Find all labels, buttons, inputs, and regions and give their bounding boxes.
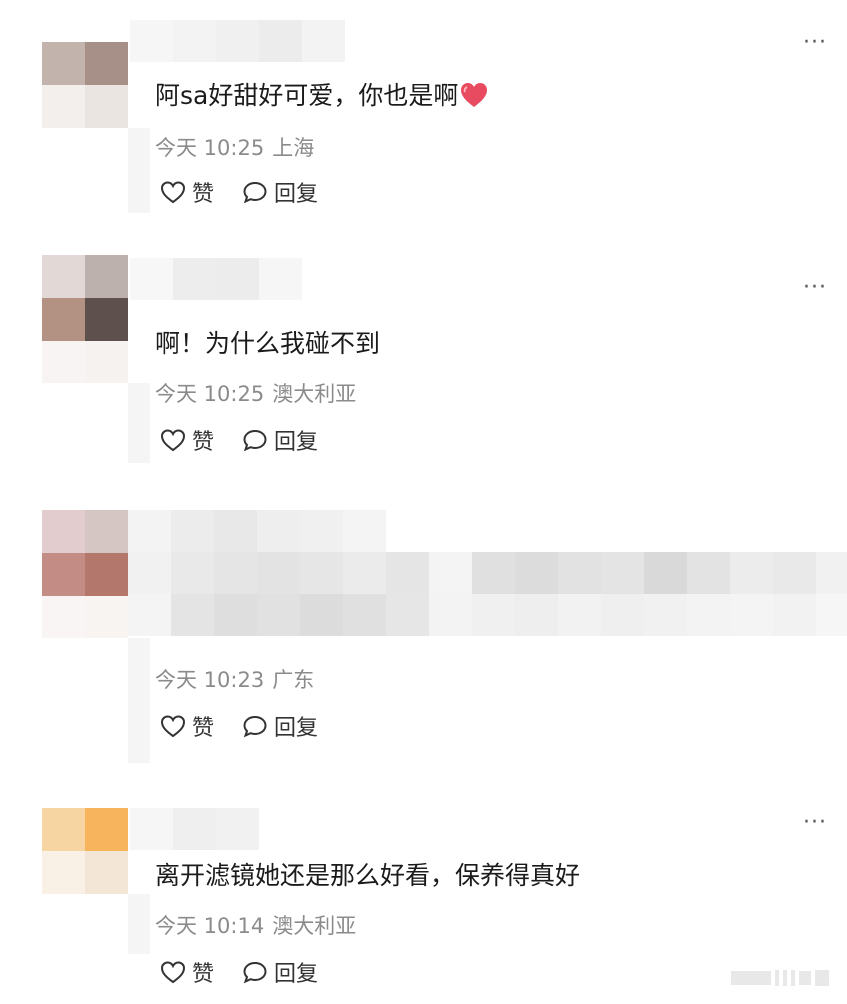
username-blurred [130, 20, 345, 62]
avatar[interactable] [42, 808, 128, 894]
reply-button[interactable]: 回复 [242, 424, 318, 456]
chat-bubble-icon [243, 429, 267, 452]
username-blurred [130, 258, 302, 300]
like-label: 赞 [192, 716, 215, 741]
like-button[interactable]: 赞 [160, 710, 214, 742]
reply-label: 回复 [274, 716, 319, 741]
comment-meta: 今天 10:23 广东 [155, 664, 314, 694]
heart-outline-icon [160, 181, 186, 204]
like-button[interactable]: 赞 [160, 424, 214, 456]
like-button[interactable]: 赞 [160, 956, 214, 988]
comment-text-blurred [128, 510, 847, 636]
watermark [731, 970, 829, 986]
comment-text: 阿sa好甜好可爱，你也是啊 [155, 76, 488, 112]
more-options-icon[interactable]: ··· [803, 812, 827, 834]
avatar[interactable] [42, 255, 128, 383]
heart-emoji-icon [461, 83, 488, 107]
more-options-icon[interactable]: ··· [803, 277, 827, 299]
like-label: 赞 [192, 182, 215, 207]
chat-bubble-icon [243, 961, 267, 984]
comment-location: 上海 [272, 136, 315, 160]
like-label: 赞 [192, 430, 215, 455]
like-label: 赞 [192, 962, 215, 987]
like-button[interactable]: 赞 [160, 176, 214, 208]
chat-bubble-icon [243, 181, 267, 204]
comment-location: 澳大利亚 [272, 382, 357, 406]
comment-location: 澳大利亚 [272, 914, 357, 938]
heart-outline-icon [160, 961, 186, 984]
reply-label: 回复 [274, 430, 319, 455]
heart-outline-icon [160, 429, 186, 452]
reply-button[interactable]: 回复 [242, 710, 318, 742]
more-options-icon[interactable]: ··· [803, 32, 827, 54]
reply-button[interactable]: 回复 [242, 956, 318, 988]
reply-label: 回复 [274, 182, 319, 207]
comment-text: 离开滤镜她还是那么好看，保养得真好 [155, 861, 581, 890]
avatar-cell [85, 85, 128, 128]
comment-time: 今天 10:23 [155, 668, 265, 692]
reply-label: 回复 [274, 962, 319, 987]
comment-meta: 今天 10:14 澳大利亚 [155, 910, 356, 940]
comment-location: 广东 [272, 668, 315, 692]
avatar[interactable] [42, 42, 128, 128]
avatar-cell [42, 85, 85, 128]
username-blurred [130, 808, 259, 850]
avatar[interactable] [42, 510, 128, 638]
comment-time: 今天 10:14 [155, 914, 265, 938]
avatar-cell [85, 42, 128, 85]
reply-button[interactable]: 回复 [242, 176, 318, 208]
comment-text: 啊！为什么我碰不到 [155, 329, 381, 358]
comment-time: 今天 10:25 [155, 382, 265, 406]
avatar-cell [42, 42, 85, 85]
comment-meta: 今天 10:25 澳大利亚 [155, 378, 356, 408]
heart-outline-icon [160, 715, 186, 738]
comment-time: 今天 10:25 [155, 136, 265, 160]
comment-meta: 今天 10:25 上海 [155, 132, 314, 162]
chat-bubble-icon [243, 715, 267, 738]
